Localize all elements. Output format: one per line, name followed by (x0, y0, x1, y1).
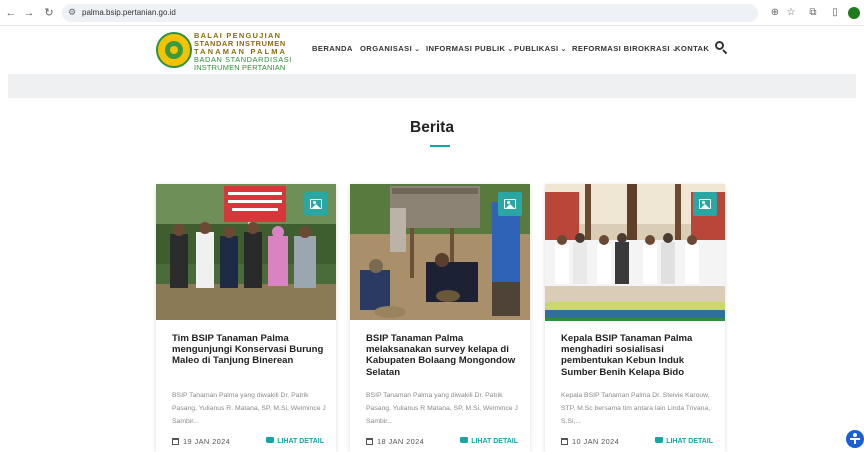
news-card[interactable]: Tim BSIP Tanaman Palma mengunjungi Konse… (156, 184, 336, 452)
browser-toolbar: ← → ↻ ⚙ palma.bsip.pertanian.go.id ⊕ ☆ ⧉… (0, 0, 864, 26)
calendar-icon (366, 438, 373, 445)
news-card[interactable]: BSIP Tanaman Palma melaksanakan survey k… (350, 184, 530, 452)
extensions-icon[interactable]: ⧉ (806, 6, 820, 20)
news-date: 19 JAN 2024 (172, 437, 230, 446)
news-date-text: 19 JAN 2024 (183, 437, 231, 446)
read-more-link[interactable]: LIHAT DETAIL (460, 437, 518, 445)
news-title[interactable]: Tim BSIP Tanaman Palma mengunjungi Konse… (172, 333, 330, 367)
nav-item-organisasi[interactable]: ORGANISASI ⌄ (360, 44, 420, 53)
nav-label: PUBLIKASI (514, 44, 559, 53)
profile-avatar[interactable] (848, 7, 860, 19)
chevron-down-icon: ⌄ (414, 46, 421, 53)
read-more-link[interactable]: LIHAT DETAIL (655, 437, 713, 445)
nav-label: REFORMASI BIROKRASI (572, 44, 670, 53)
nav-label: KONTAK (675, 44, 710, 53)
url-text: palma.bsip.pertanian.go.id (82, 8, 176, 17)
hand-point-icon (266, 437, 275, 443)
nav-item-publikasi[interactable]: PUBLIKASI ⌄ (514, 44, 567, 53)
chevron-down-icon: ⌄ (560, 46, 567, 53)
nav-label: INFORMASI PUBLIK (426, 44, 506, 53)
accessibility-icon-head (853, 433, 857, 437)
read-more-label: LIHAT DETAIL (277, 438, 324, 445)
forward-icon[interactable]: → (22, 6, 36, 20)
image-icon (304, 192, 328, 216)
news-card[interactable]: Kepala BSIP Tanaman Palma menghadiri sos… (545, 184, 725, 452)
hand-point-icon (655, 437, 664, 443)
section-title: Berita (410, 119, 454, 136)
news-excerpt: BSIP Tanaman Palma yang diwakili Dr. Pat… (172, 392, 326, 425)
image-icon (693, 192, 717, 216)
sidebar-icon[interactable]: ▯ (828, 6, 842, 20)
news-excerpt: BSIP Tanaman Palma yang diwakili Dr. Pat… (366, 392, 518, 425)
news-date: 10 JAN 2024 (561, 437, 619, 446)
read-more-label: LIHAT DETAIL (666, 438, 713, 445)
nav-item-beranda[interactable]: BERANDA (312, 44, 353, 53)
search-icon[interactable] (714, 40, 728, 55)
news-date: 18 JAN 2024 (366, 437, 424, 446)
chevron-down-icon: ⌄ (507, 46, 514, 53)
nav-item-informasi-publik[interactable]: INFORMASI PUBLIK ⌄ (426, 44, 514, 53)
search-icon-handle (722, 49, 728, 55)
back-icon[interactable]: ← (4, 6, 18, 20)
accessibility-icon-body (854, 439, 856, 444)
image-icon (498, 192, 522, 216)
page-banner (8, 74, 856, 98)
calendar-icon (172, 438, 179, 445)
bookmark-star-icon[interactable]: ☆ (784, 6, 798, 20)
news-title[interactable]: Kepala BSIP Tanaman Palma menghadiri sos… (561, 333, 719, 378)
address-bar[interactable]: ⚙ palma.bsip.pertanian.go.id (62, 4, 758, 22)
accessibility-button[interactable] (846, 430, 864, 448)
hand-point-icon (460, 437, 469, 443)
section-title-underline (430, 145, 450, 147)
calendar-icon (561, 438, 568, 445)
logo-emblem[interactable] (156, 32, 192, 68)
zoom-icon[interactable]: ⊕ (768, 6, 782, 20)
news-date-text: 10 JAN 2024 (572, 437, 620, 446)
news-title[interactable]: BSIP Tanaman Palma melaksanakan survey k… (366, 333, 524, 378)
nav-label: BERANDA (312, 44, 353, 53)
logo-line-5: INSTRUMEN PERTANIAN (194, 63, 286, 72)
nav-label: ORGANISASI (360, 44, 413, 53)
news-date-text: 18 JAN 2024 (377, 437, 425, 446)
logo-text[interactable]: BALAI PENGUJIAN STANDAR INSTRUMEN TANAMA… (194, 32, 292, 72)
reload-icon[interactable]: ↻ (42, 6, 56, 20)
read-more-label: LIHAT DETAIL (471, 438, 518, 445)
read-more-link[interactable]: LIHAT DETAIL (266, 437, 324, 445)
photo-footer-strip (545, 318, 725, 321)
site-info-icon[interactable]: ⚙ (68, 7, 76, 18)
logo-emblem-dot (170, 46, 178, 54)
news-excerpt: Kepala BSIP Tanaman Palma Dr. Steivie Ka… (561, 392, 711, 425)
nav-item-kontak[interactable]: KONTAK (675, 44, 709, 53)
nav-item-reformasi-birokrasi[interactable]: REFORMASI BIROKRASI ⌄ (572, 44, 678, 53)
